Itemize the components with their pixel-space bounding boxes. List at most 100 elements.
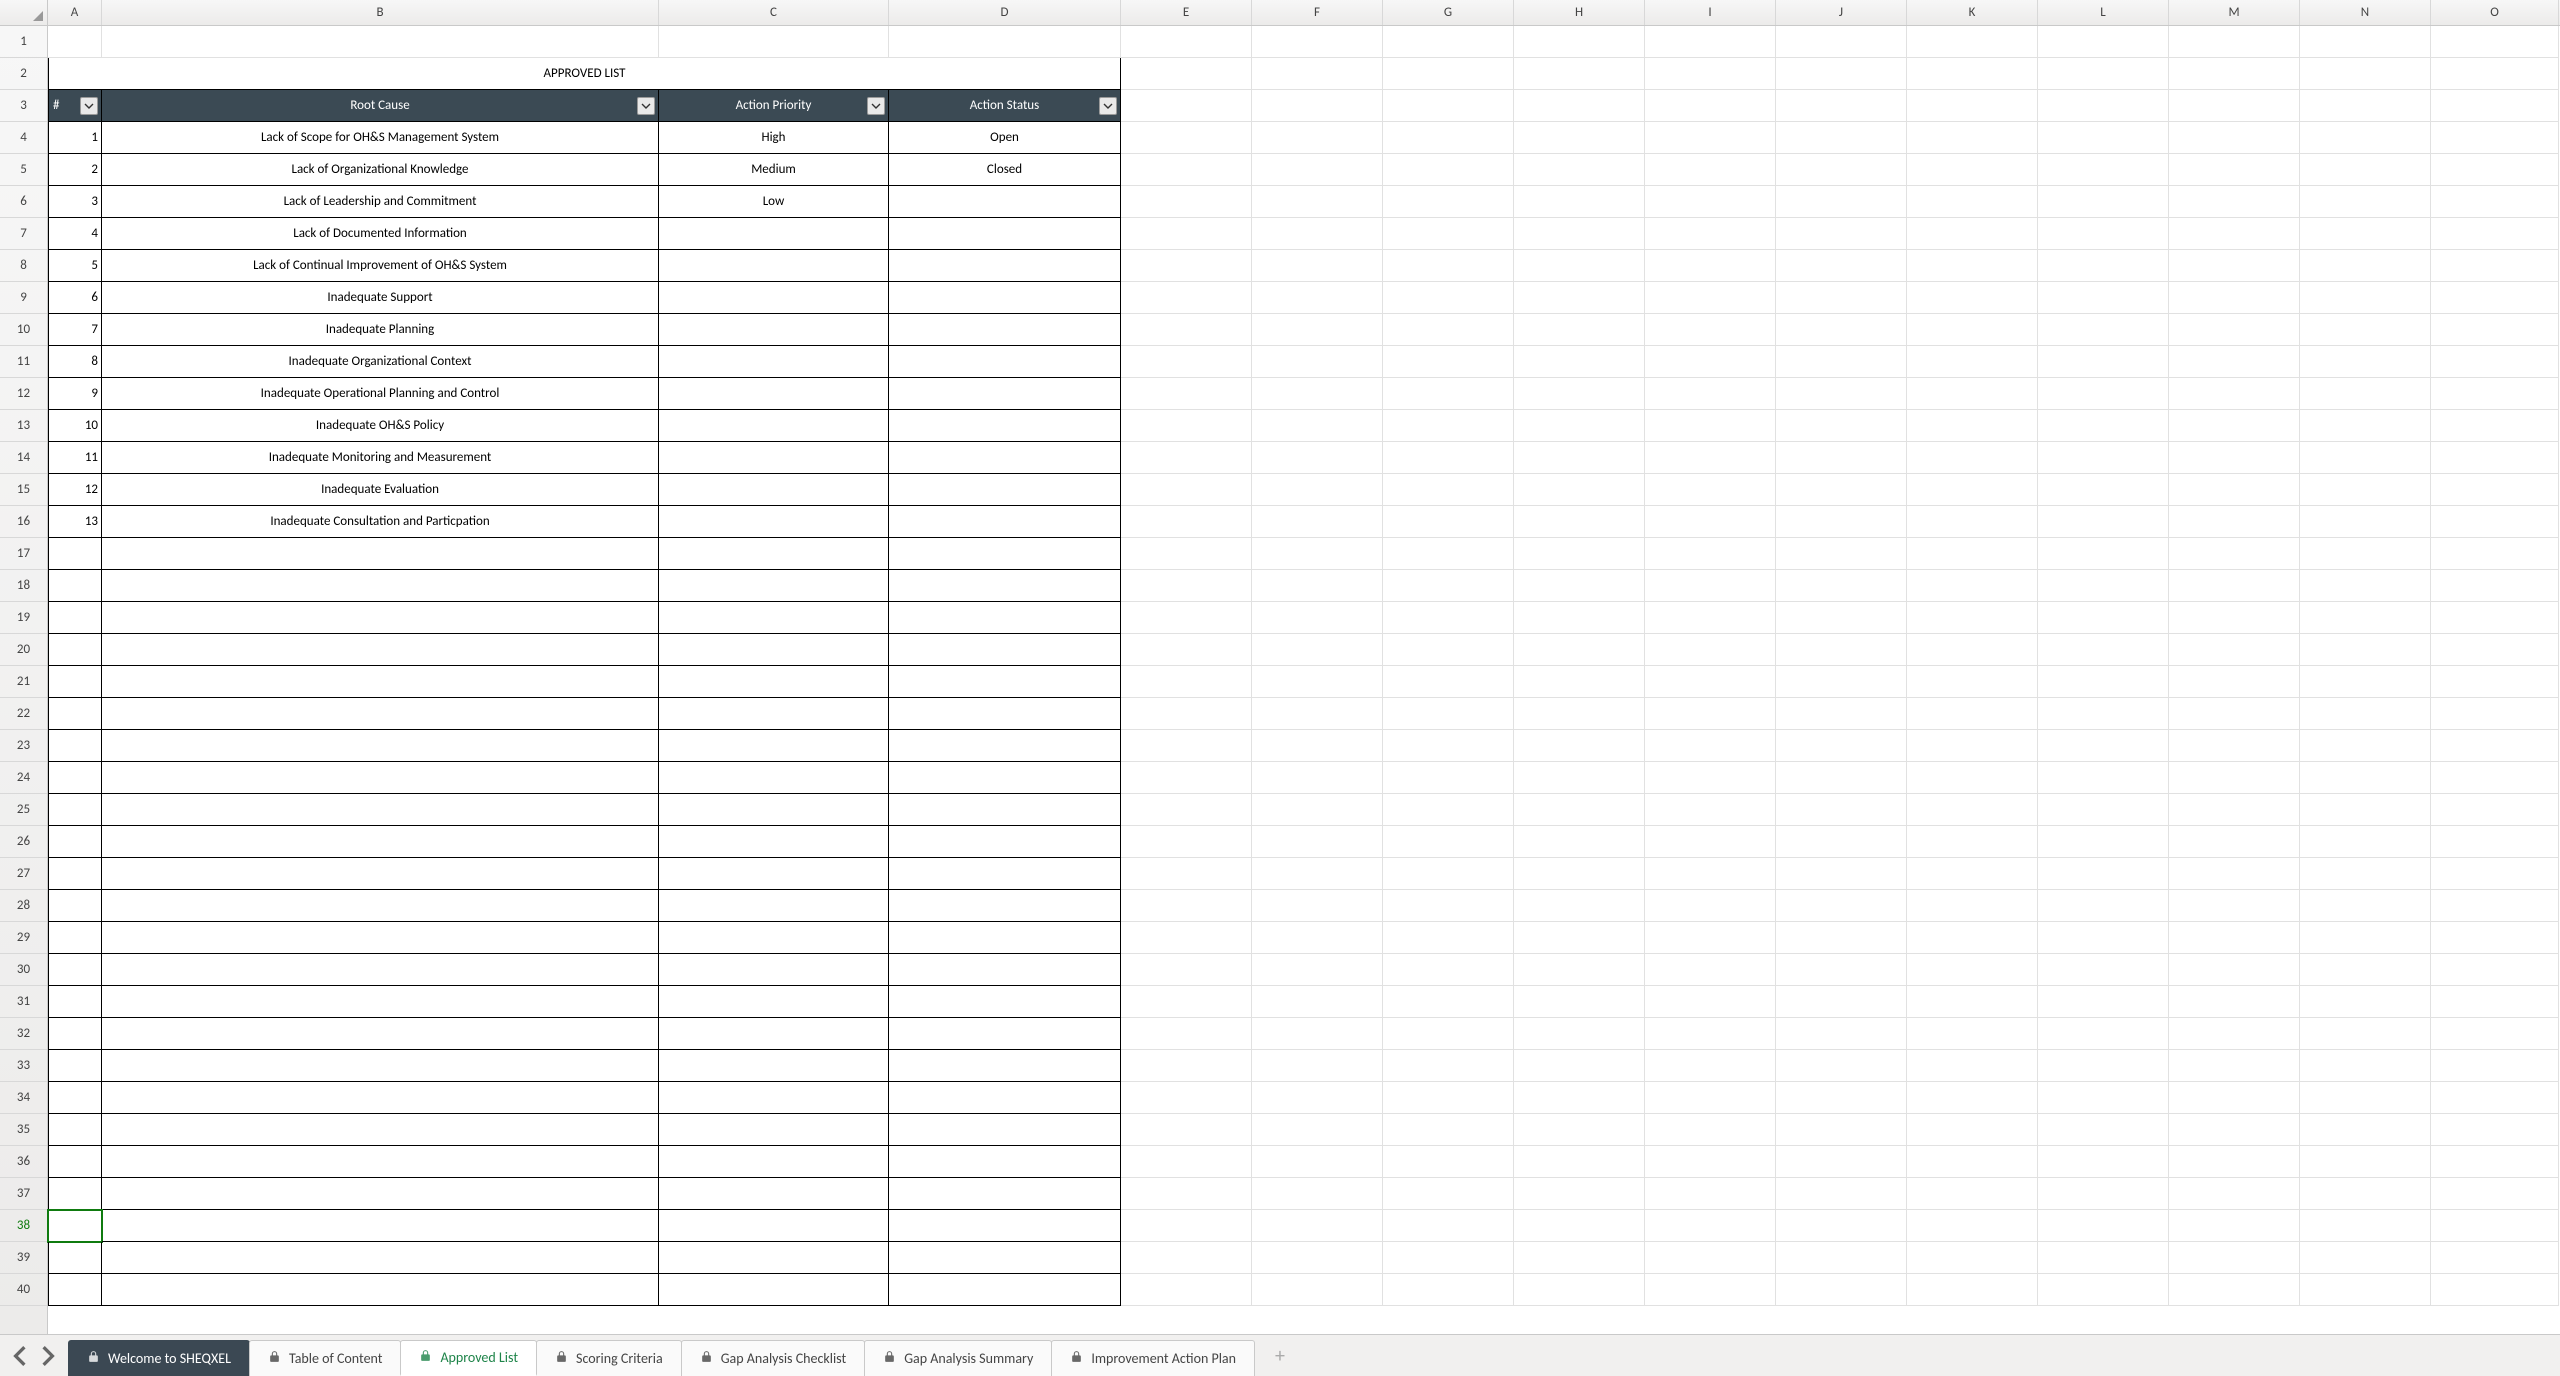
cell[interactable]	[1252, 794, 1383, 826]
row-header-38[interactable]: 38	[0, 1210, 47, 1242]
priority-cell[interactable]	[659, 218, 889, 250]
cell[interactable]	[2169, 1274, 2300, 1306]
header-root-cause[interactable]: Root Cause	[102, 90, 659, 122]
cell[interactable]	[1514, 1082, 1645, 1114]
root-cause-cell[interactable]	[102, 634, 659, 666]
cell[interactable]	[1776, 1114, 1907, 1146]
row-header-33[interactable]: 33	[0, 1050, 47, 1082]
cell[interactable]	[1514, 602, 1645, 634]
cell[interactable]	[1383, 1274, 1514, 1306]
status-cell[interactable]	[889, 282, 1121, 314]
row-header-9[interactable]: 9	[0, 282, 47, 314]
cell[interactable]	[1514, 1146, 1645, 1178]
cell[interactable]	[2431, 954, 2559, 986]
cell[interactable]	[1252, 922, 1383, 954]
cell[interactable]	[1383, 954, 1514, 986]
cell[interactable]	[2431, 1210, 2559, 1242]
header-status-filter-button[interactable]	[1099, 97, 1117, 115]
priority-cell[interactable]	[659, 538, 889, 570]
root-cause-cell[interactable]	[102, 1178, 659, 1210]
status-cell[interactable]	[889, 1242, 1121, 1274]
cell[interactable]	[1252, 442, 1383, 474]
cell[interactable]	[1121, 282, 1252, 314]
cell[interactable]	[1121, 346, 1252, 378]
cell[interactable]	[2300, 474, 2431, 506]
col-header-E[interactable]: E	[1121, 0, 1252, 25]
cell[interactable]	[1645, 826, 1776, 858]
cell[interactable]	[1514, 1178, 1645, 1210]
cell[interactable]	[2038, 538, 2169, 570]
row-header-39[interactable]: 39	[0, 1242, 47, 1274]
priority-cell[interactable]	[659, 954, 889, 986]
cell[interactable]	[1514, 730, 1645, 762]
num-cell[interactable]: 11	[48, 442, 102, 474]
row-header-30[interactable]: 30	[0, 954, 47, 986]
num-cell[interactable]	[48, 1274, 102, 1306]
cell[interactable]	[2431, 1114, 2559, 1146]
cell[interactable]	[2038, 826, 2169, 858]
col-header-D[interactable]: D	[889, 0, 1121, 25]
cell[interactable]	[2169, 378, 2300, 410]
cell[interactable]	[2169, 1114, 2300, 1146]
cell[interactable]	[2300, 1274, 2431, 1306]
cell[interactable]	[2038, 1018, 2169, 1050]
cell[interactable]	[1121, 570, 1252, 602]
cell[interactable]	[1907, 1274, 2038, 1306]
cell[interactable]	[1514, 410, 1645, 442]
num-cell[interactable]	[48, 1082, 102, 1114]
cell[interactable]	[1907, 154, 2038, 186]
cell[interactable]	[2300, 1050, 2431, 1082]
cell[interactable]	[1383, 90, 1514, 122]
root-cause-cell[interactable]	[102, 1210, 659, 1242]
cell[interactable]	[1514, 250, 1645, 282]
row-header-34[interactable]: 34	[0, 1082, 47, 1114]
num-cell[interactable]	[48, 666, 102, 698]
priority-cell[interactable]	[659, 826, 889, 858]
cell[interactable]	[1252, 314, 1383, 346]
cell[interactable]	[2038, 602, 2169, 634]
cell[interactable]	[2169, 410, 2300, 442]
status-cell[interactable]	[889, 954, 1121, 986]
cell[interactable]	[2431, 506, 2559, 538]
row-header-4[interactable]: 4	[0, 122, 47, 154]
cell[interactable]	[1252, 1114, 1383, 1146]
cell[interactable]	[1907, 1082, 2038, 1114]
header-priority[interactable]: Action Priority	[659, 90, 889, 122]
root-cause-cell[interactable]: Inadequate Organizational Context	[102, 346, 659, 378]
cell[interactable]	[2169, 1018, 2300, 1050]
cell[interactable]	[1776, 794, 1907, 826]
root-cause-cell[interactable]: Inadequate Consultation and Particpation	[102, 506, 659, 538]
cell[interactable]	[2300, 922, 2431, 954]
cell[interactable]	[2300, 90, 2431, 122]
row-header-14[interactable]: 14	[0, 442, 47, 474]
num-cell[interactable]	[48, 634, 102, 666]
cell[interactable]	[1121, 90, 1252, 122]
cell[interactable]	[1645, 122, 1776, 154]
num-cell[interactable]	[48, 762, 102, 794]
status-cell[interactable]	[889, 378, 1121, 410]
row-header-20[interactable]: 20	[0, 634, 47, 666]
cell[interactable]	[889, 26, 1121, 58]
root-cause-cell[interactable]: Lack of Documented Information	[102, 218, 659, 250]
cell[interactable]	[1907, 602, 2038, 634]
status-cell[interactable]	[889, 186, 1121, 218]
cell[interactable]	[2431, 634, 2559, 666]
num-cell[interactable]: 13	[48, 506, 102, 538]
cell[interactable]	[2431, 474, 2559, 506]
num-cell[interactable]	[48, 890, 102, 922]
cell[interactable]	[2038, 730, 2169, 762]
cell[interactable]	[1907, 538, 2038, 570]
cell[interactable]	[2431, 922, 2559, 954]
root-cause-cell[interactable]	[102, 1082, 659, 1114]
cell[interactable]	[1383, 922, 1514, 954]
cell[interactable]	[2431, 666, 2559, 698]
root-cause-cell[interactable]	[102, 858, 659, 890]
cell[interactable]	[2169, 794, 2300, 826]
cell[interactable]	[2169, 1210, 2300, 1242]
cell[interactable]	[2169, 58, 2300, 90]
cell[interactable]	[1383, 1114, 1514, 1146]
status-cell[interactable]	[889, 1178, 1121, 1210]
row-header-35[interactable]: 35	[0, 1114, 47, 1146]
cell[interactable]	[2038, 346, 2169, 378]
cell[interactable]	[2431, 282, 2559, 314]
